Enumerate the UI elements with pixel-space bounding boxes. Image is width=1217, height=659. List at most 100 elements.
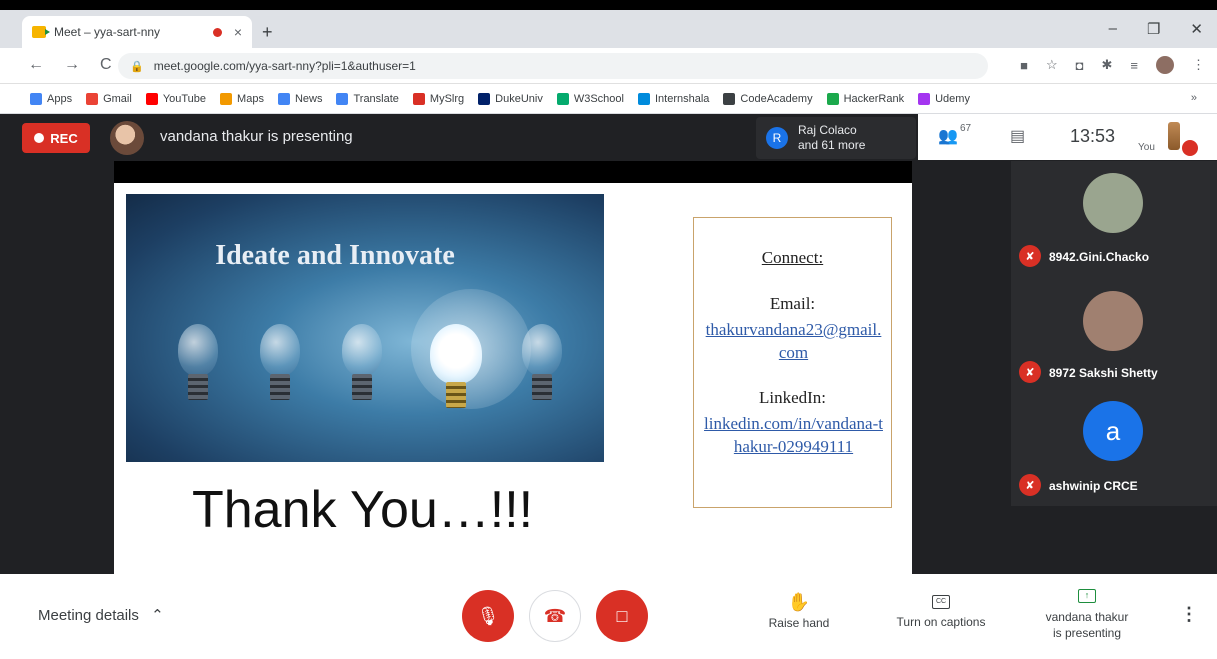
recording-indicator[interactable]: REC [22,123,90,153]
lightbulb-icon [260,324,300,404]
mic-off-icon: ✘ [1019,245,1041,267]
email-link[interactable]: thakurvandana23@gmail.com [702,318,885,364]
meeting-details-button[interactable]: Meeting details ⌃ [38,606,164,624]
bookmark-favicon-icon [556,92,569,105]
meeting-time: 13:53 [1070,126,1116,146]
bookmark-favicon-icon [918,92,931,105]
self-video-thumbnail[interactable] [1168,122,1180,150]
bookmark-label: DukeUniv [495,92,543,105]
record-dot-icon [34,133,45,143]
bookmark-internshala[interactable]: Internshala [637,92,710,105]
bookmark-favicon-icon [826,92,839,105]
bookmark-udemy[interactable]: Udemy [918,92,970,105]
tab-close-icon[interactable]: × [234,24,242,40]
bookmark-label: CodeAcademy [740,92,813,105]
nav-buttons: ← → C [28,56,112,74]
self-label: You [1138,142,1155,153]
bookmarks-overflow-button[interactable]: » [1191,92,1197,104]
connect-heading: Connect: [761,248,824,267]
bookmark-favicon-icon [637,92,650,105]
presenting-line1: vandana thakur [1045,610,1129,624]
bookmark-label: Gmail [103,92,132,105]
presenter-avatar [110,121,144,155]
meeting-details-label: Meeting details [38,607,139,624]
bookmark-label: Apps [47,92,73,105]
browser-menu-icon[interactable]: ⋮ [1192,57,1205,73]
back-button[interactable]: ← [28,56,44,74]
bookmark-label: MySlrg [429,92,465,105]
bookmark-label: Maps [237,92,264,105]
bookmark-favicon-icon [336,92,349,105]
captions-label: Turn on captions [896,615,986,629]
bookmark-star-icon[interactable]: ☆ [1046,57,1058,73]
presentation-status-button[interactable]: ↑ vandana thakur is presenting [1030,586,1144,641]
meet-window: REC vandana thakur is presenting R Raj C… [0,114,1217,659]
mic-off-icon: ✘ [1019,474,1041,496]
leave-call-button[interactable]: ☎ [529,590,581,642]
bookmark-hackerrank[interactable]: HackerRank [826,92,904,105]
bookmark-youtube[interactable]: YouTube [145,92,207,105]
active-speaker-pill[interactable]: R Raj Colaco and 61 more [756,117,916,159]
participant-tile[interactable]: ✘ 8972 Sakshi Shetty [1011,276,1217,391]
bookmark-translate[interactable]: Translate [336,92,399,105]
browser-tab[interactable]: Meet – yya-sart-nny × [22,16,252,48]
bookmark-label: Translate [353,92,399,105]
bookmark-label: News [294,92,323,105]
bookmark-favicon-icon [86,92,99,105]
slide-image: Ideate and Innovate [126,194,604,462]
bookmark-apps[interactable]: Apps [30,92,73,105]
participant-tile[interactable]: ✘ 8942.Gini.Chacko [1011,161,1217,276]
participant-avatar [1083,291,1143,351]
bookmark-news[interactable]: News [277,92,323,105]
bookmark-maps[interactable]: Maps [220,92,264,105]
minimize-button[interactable]: – [1109,20,1117,38]
captions-icon: CC [932,595,950,609]
bookmark-favicon-icon [277,92,290,105]
people-icon[interactable]: 👥 [938,126,958,146]
microphone-toggle-button[interactable]: 🎙 [462,590,514,642]
speaker-initial-avatar: R [766,127,788,149]
captions-button[interactable]: CC Turn on captions [886,592,996,629]
slide-top-bar [114,161,912,183]
new-tab-button[interactable]: + [262,22,273,43]
chat-icon[interactable]: ▤ [1010,126,1025,146]
bookmark-label: YouTube [162,92,207,105]
extension-icon[interactable]: ◘ [1076,58,1084,73]
speaker-more: and 61 more [798,138,866,152]
close-window-button[interactable]: ✕ [1190,20,1203,38]
profile-avatar[interactable] [1156,56,1174,74]
bookmark-myslrg[interactable]: MySlrg [412,92,465,105]
bookmark-label: Internshala [654,92,710,105]
bookmark-dukeuniv[interactable]: DukeUniv [478,92,543,105]
participant-tile[interactable]: a ✘ ashwinip CRCE [1011,391,1217,506]
bookmark-favicon-icon [30,92,42,105]
top-border [0,0,1217,10]
linkedin-link[interactable]: linkedin.com/in/vandana-thakur-029949111 [702,412,885,458]
camera-toggle-button[interactable]: □ [596,590,648,642]
puzzle-icon[interactable]: ✱ [1102,57,1113,73]
email-label: Email: [769,294,816,313]
more-options-button[interactable]: ⋮ [1180,604,1198,625]
mic-off-icon: ✘ [1019,361,1041,383]
lightbulb-icon [342,324,382,404]
reading-list-icon[interactable]: ≡ [1130,58,1138,73]
bookmark-favicon-icon [220,92,233,105]
participants-panel: ✘ 8942.Gini.Chacko ✘ 8972 Sakshi Shetty … [1011,161,1217,506]
self-muted-badge-icon [1182,140,1198,156]
top-right-panel: 👥 67 ▤ 13:53 You [918,114,1217,160]
omnibox[interactable]: 🔒 meet.google.com/yya-sart-nny?pli=1&aut… [118,53,988,79]
forward-button[interactable]: → [64,56,80,74]
recording-dot-icon [212,27,222,37]
restore-button[interactable]: ❐ [1147,20,1160,38]
rec-label: REC [50,130,78,146]
reload-button[interactable]: C [100,56,112,74]
camera-icon[interactable]: ■ [1020,58,1028,73]
bookmark-codeacademy[interactable]: CodeAcademy [723,92,813,105]
presentation-slide: Ideate and Innovate Connect: Email: thak… [114,161,912,574]
participant-avatar [1083,173,1143,233]
bookmark-w3school[interactable]: W3School [556,92,624,105]
url-text: meet.google.com/yya-sart-nny?pli=1&authu… [153,59,416,73]
bookmark-favicon-icon [478,92,491,105]
bookmark-gmail[interactable]: Gmail [86,92,132,105]
raise-hand-button[interactable]: ✋ Raise hand [762,592,836,630]
